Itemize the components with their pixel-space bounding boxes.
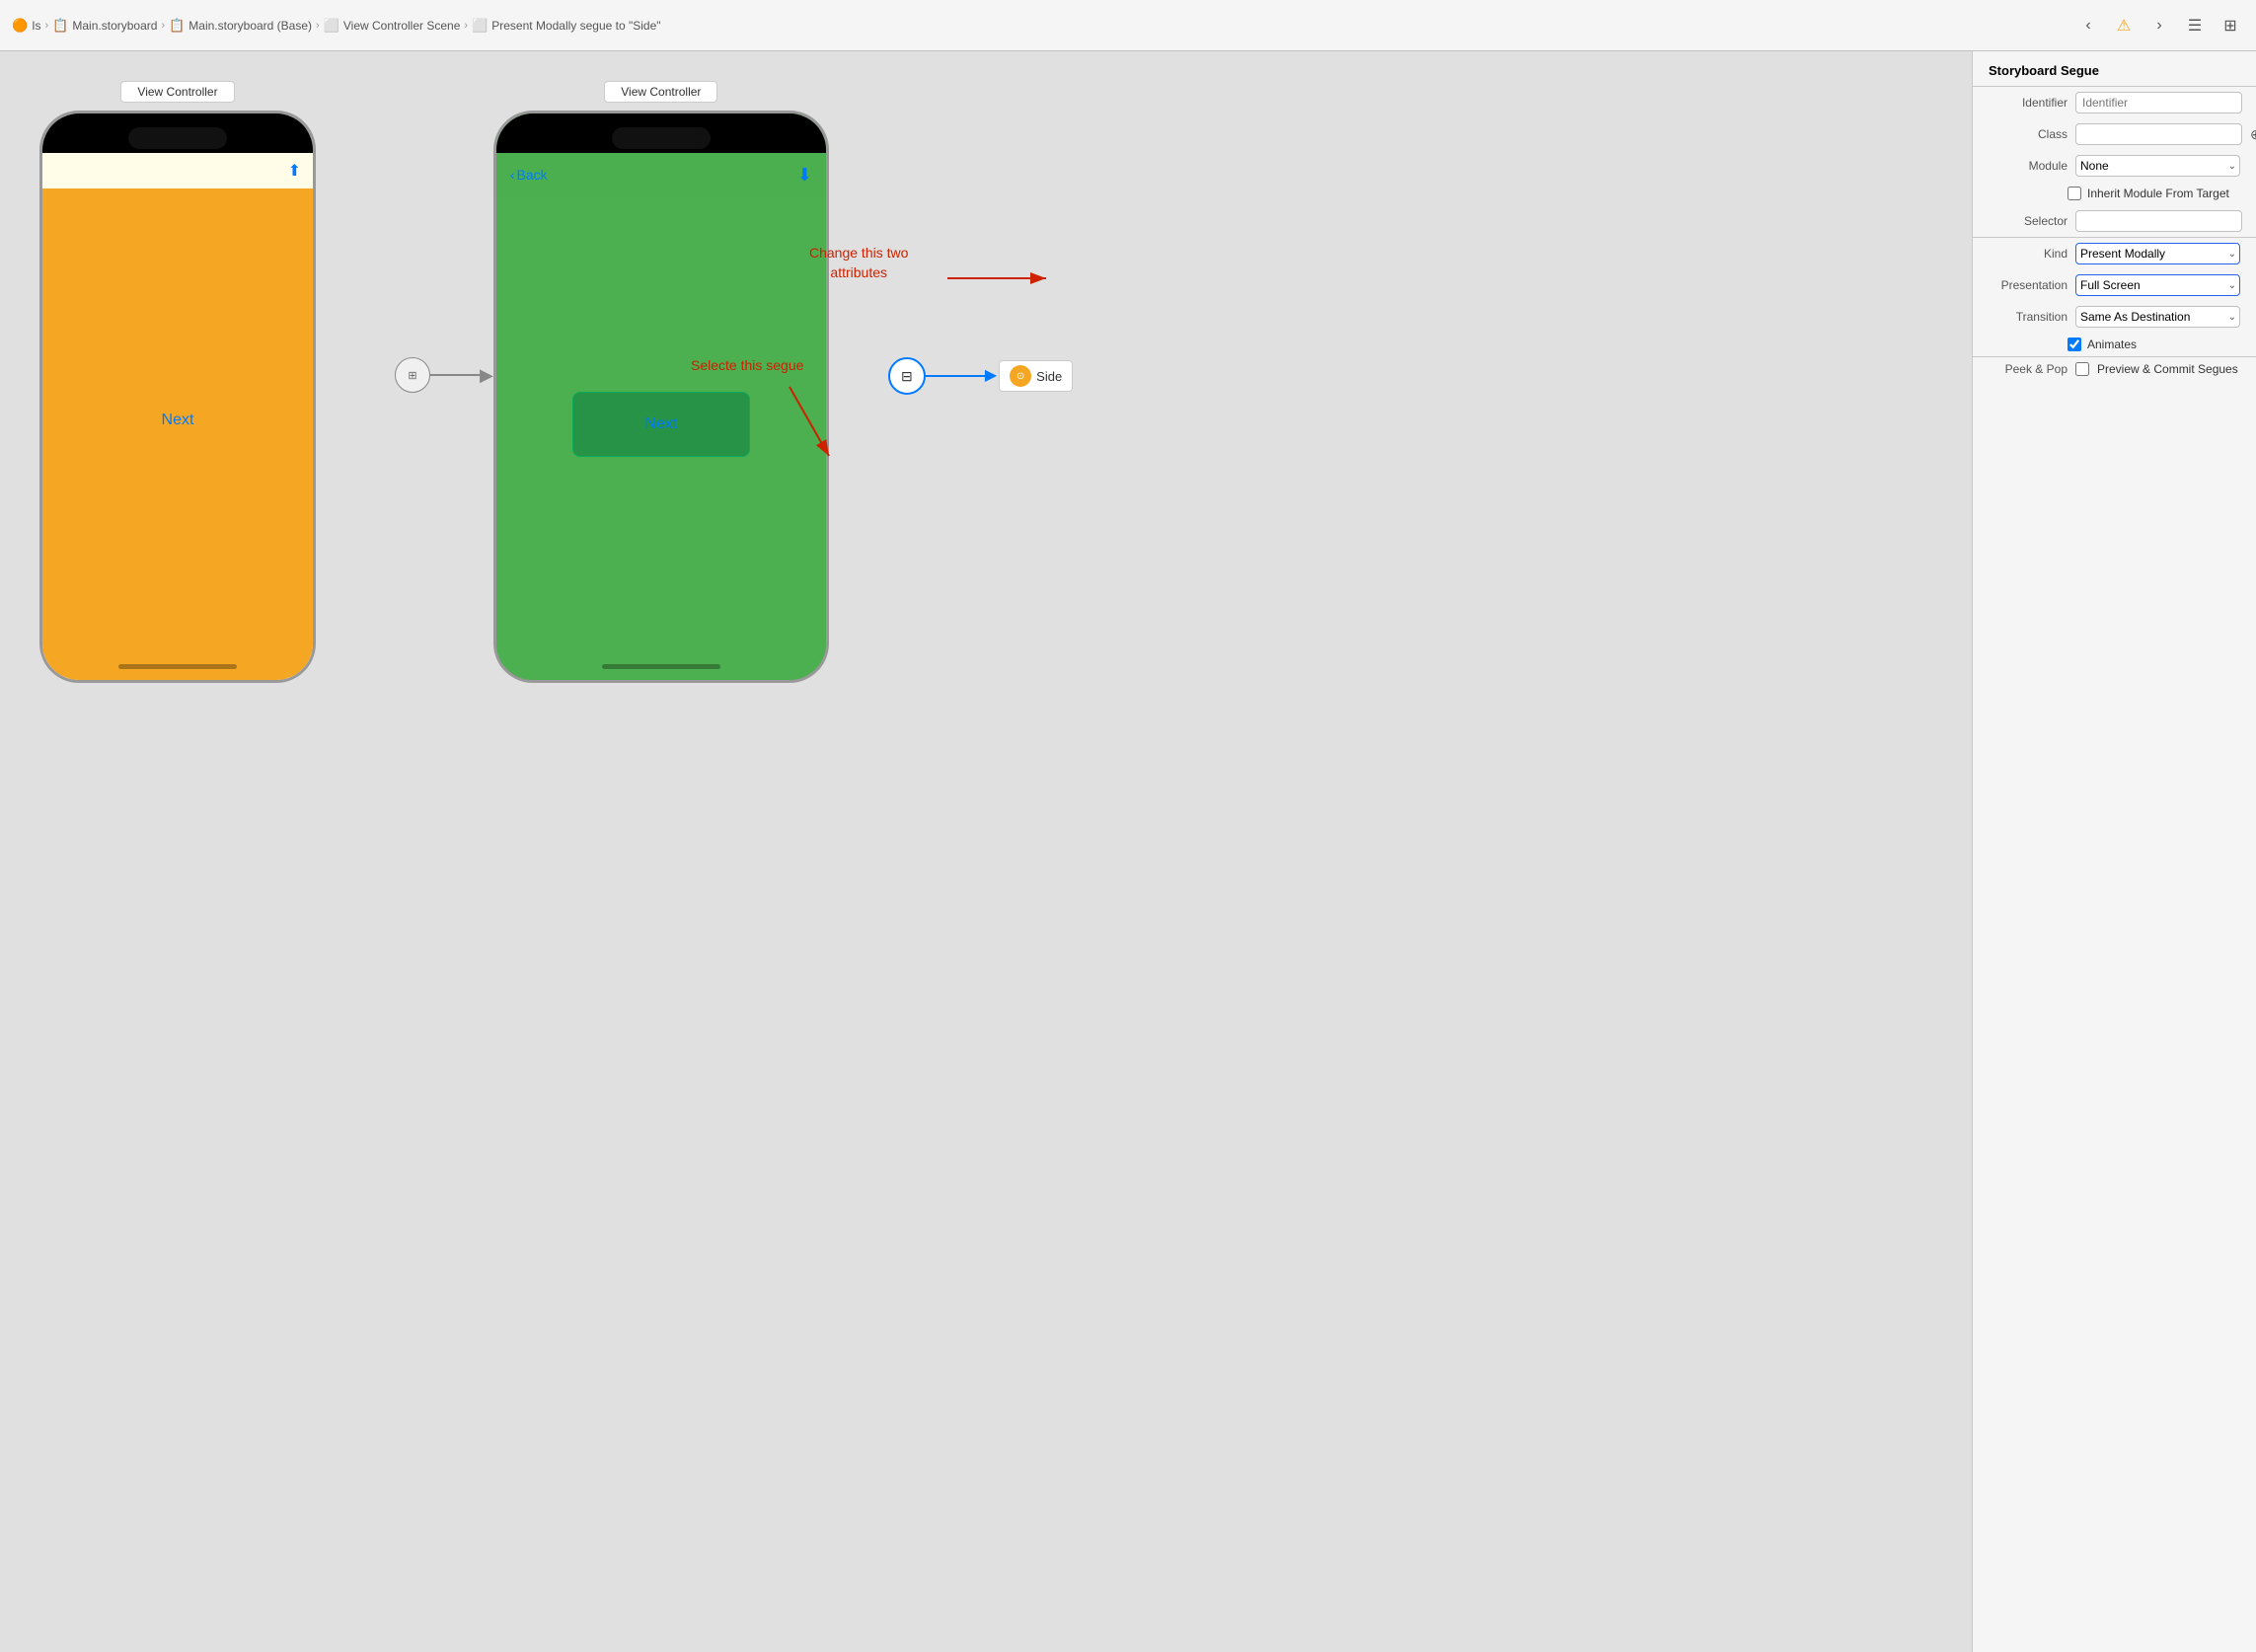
- scene-2-label: View Controller: [604, 81, 717, 103]
- segue-icon: ⬜: [472, 18, 488, 34]
- selector-label: Selector: [1989, 214, 2068, 228]
- segue-line: [926, 375, 985, 377]
- transition-select[interactable]: Same As Destination: [2075, 306, 2240, 328]
- list-button[interactable]: ☰: [2181, 12, 2209, 39]
- next-label-2: Next: [644, 415, 677, 433]
- download-icon: ⬇: [797, 165, 812, 186]
- panel-row-module: Module None ⌄: [1973, 150, 2256, 182]
- kind-label: Kind: [1989, 247, 2068, 261]
- transition-label: Transition: [1989, 310, 2068, 324]
- selector-input[interactable]: [2075, 210, 2242, 232]
- panel-row-selector: Selector: [1973, 205, 2256, 237]
- nav-bar: ‹ Back ⬇: [496, 153, 826, 196]
- class-input[interactable]: UIStoryboardSegue: [2075, 123, 2242, 145]
- transition-select-wrapper: Same As Destination ⌄: [2075, 306, 2240, 328]
- breadcrumb-sep-2: ›: [161, 20, 165, 32]
- module-select-wrapper: None ⌄: [2075, 155, 2240, 177]
- arrow-connector: ⊞ ▶: [395, 357, 493, 393]
- back-button[interactable]: ‹: [2074, 12, 2102, 39]
- back-chevron: ‹: [510, 167, 515, 183]
- breadcrumb: 🟠 Is › 📋 Main.storyboard › 📋 Main.storyb…: [12, 18, 2070, 34]
- breadcrumb-item-storyboard[interactable]: 📋 Main.storyboard: [52, 18, 157, 34]
- kind-select-wrapper: Present Modally ⌄: [2075, 243, 2240, 264]
- identifier-label: Identifier: [1989, 96, 2068, 110]
- panel-row-identifier: Identifier: [1973, 87, 2256, 118]
- panel-row-peek: Peek & Pop Preview & Commit Segues: [1973, 357, 2256, 381]
- panel-row-inherit: Inherit Module From Target: [1973, 182, 2256, 205]
- toolbar-right: ‹ ⚠ › ☰ ⊞: [2074, 12, 2244, 39]
- breadcrumb-item-segue[interactable]: ⬜ Present Modally segue to "Side": [472, 18, 660, 34]
- breadcrumb-sep-1: ›: [45, 20, 49, 32]
- back-label: Back: [517, 167, 548, 183]
- scene-1-label: View Controller: [120, 81, 234, 103]
- annotation-select: Selecte this segue: [691, 357, 803, 373]
- module-select[interactable]: None: [2075, 155, 2240, 177]
- breadcrumb-item-is[interactable]: 🟠 Is: [12, 18, 41, 34]
- arrow-head-2: ▶: [985, 368, 997, 384]
- toolbar: 🟠 Is › 📋 Main.storyboard › 📋 Main.storyb…: [0, 0, 2256, 51]
- scene-icon: ⬜: [324, 18, 339, 34]
- inherit-label: Inherit Module From Target: [2087, 187, 2229, 200]
- annotation-select-arrow: [750, 377, 868, 476]
- forward-button[interactable]: ›: [2145, 12, 2173, 39]
- peek-checkbox[interactable]: [2075, 362, 2089, 376]
- segue-node-1[interactable]: ⊞: [395, 357, 430, 393]
- right-panel: Storyboard Segue Identifier Class UIStor…: [1972, 51, 2256, 1652]
- side-target: ⊙ Side: [999, 360, 1073, 392]
- side-label: Side: [1036, 369, 1062, 384]
- storyboard-icon: 📋: [52, 18, 68, 34]
- peek-label: Peek & Pop: [1989, 362, 2068, 376]
- arrow-head-1: ▶: [480, 366, 493, 384]
- animates-checkbox[interactable]: [2068, 338, 2081, 351]
- arrow-line-1: [430, 374, 480, 376]
- segue-circle[interactable]: ⊟: [888, 357, 926, 395]
- breadcrumb-item-scene[interactable]: ⬜ View Controller Scene: [324, 18, 461, 34]
- presentation-select-wrapper: Full Screen ⌄: [2075, 274, 2240, 296]
- next-label-1: Next: [162, 412, 194, 429]
- next-button-green[interactable]: Next: [572, 392, 750, 457]
- share-icon: ⬆: [288, 161, 301, 181]
- layout-button[interactable]: ⊞: [2217, 12, 2244, 39]
- annotation-change-arrow: [888, 239, 1086, 318]
- storyboard-base-icon: 📋: [169, 18, 185, 34]
- kind-select[interactable]: Present Modally: [2075, 243, 2240, 264]
- identifier-input[interactable]: [2075, 92, 2242, 113]
- breadcrumb-sep-4: ›: [464, 20, 468, 32]
- segue-connector: ⊟ ▶ ⊙ Side: [888, 357, 1073, 395]
- warning-button[interactable]: ⚠: [2110, 12, 2138, 39]
- phone-1: ⬆ Next: [39, 111, 316, 683]
- presentation-label: Presentation: [1989, 278, 2068, 292]
- main-container: View Controller ⬆: [0, 51, 2256, 1652]
- panel-row-presentation: Presentation Full Screen ⌄: [1973, 269, 2256, 301]
- side-icon: ⊙: [1010, 365, 1031, 387]
- breadcrumb-item-storyboard-base[interactable]: 📋 Main.storyboard (Base): [169, 18, 312, 34]
- panel-row-animates: Animates: [1973, 333, 2256, 356]
- panel-row-transition: Transition Same As Destination ⌄: [1973, 301, 2256, 333]
- panel-title: Storyboard Segue: [1973, 51, 2256, 86]
- module-label: Module: [1989, 159, 2068, 173]
- presentation-select[interactable]: Full Screen: [2075, 274, 2240, 296]
- class-info-button[interactable]: ⊕: [2250, 124, 2256, 144]
- inherit-checkbox[interactable]: [2068, 187, 2081, 200]
- animates-label: Animates: [2087, 338, 2137, 351]
- peek-text: Preview & Commit Segues: [2097, 362, 2238, 376]
- canvas-area[interactable]: View Controller ⬆: [0, 51, 1972, 1652]
- swift-icon: 🟠: [12, 18, 28, 34]
- panel-row-class: Class UIStoryboardSegue ⊕ ▶: [1973, 118, 2256, 150]
- scene-1: View Controller ⬆: [39, 81, 316, 683]
- breadcrumb-sep-3: ›: [316, 20, 320, 32]
- class-label: Class: [1989, 127, 2068, 141]
- panel-row-kind: Kind Present Modally ⌄: [1973, 238, 2256, 269]
